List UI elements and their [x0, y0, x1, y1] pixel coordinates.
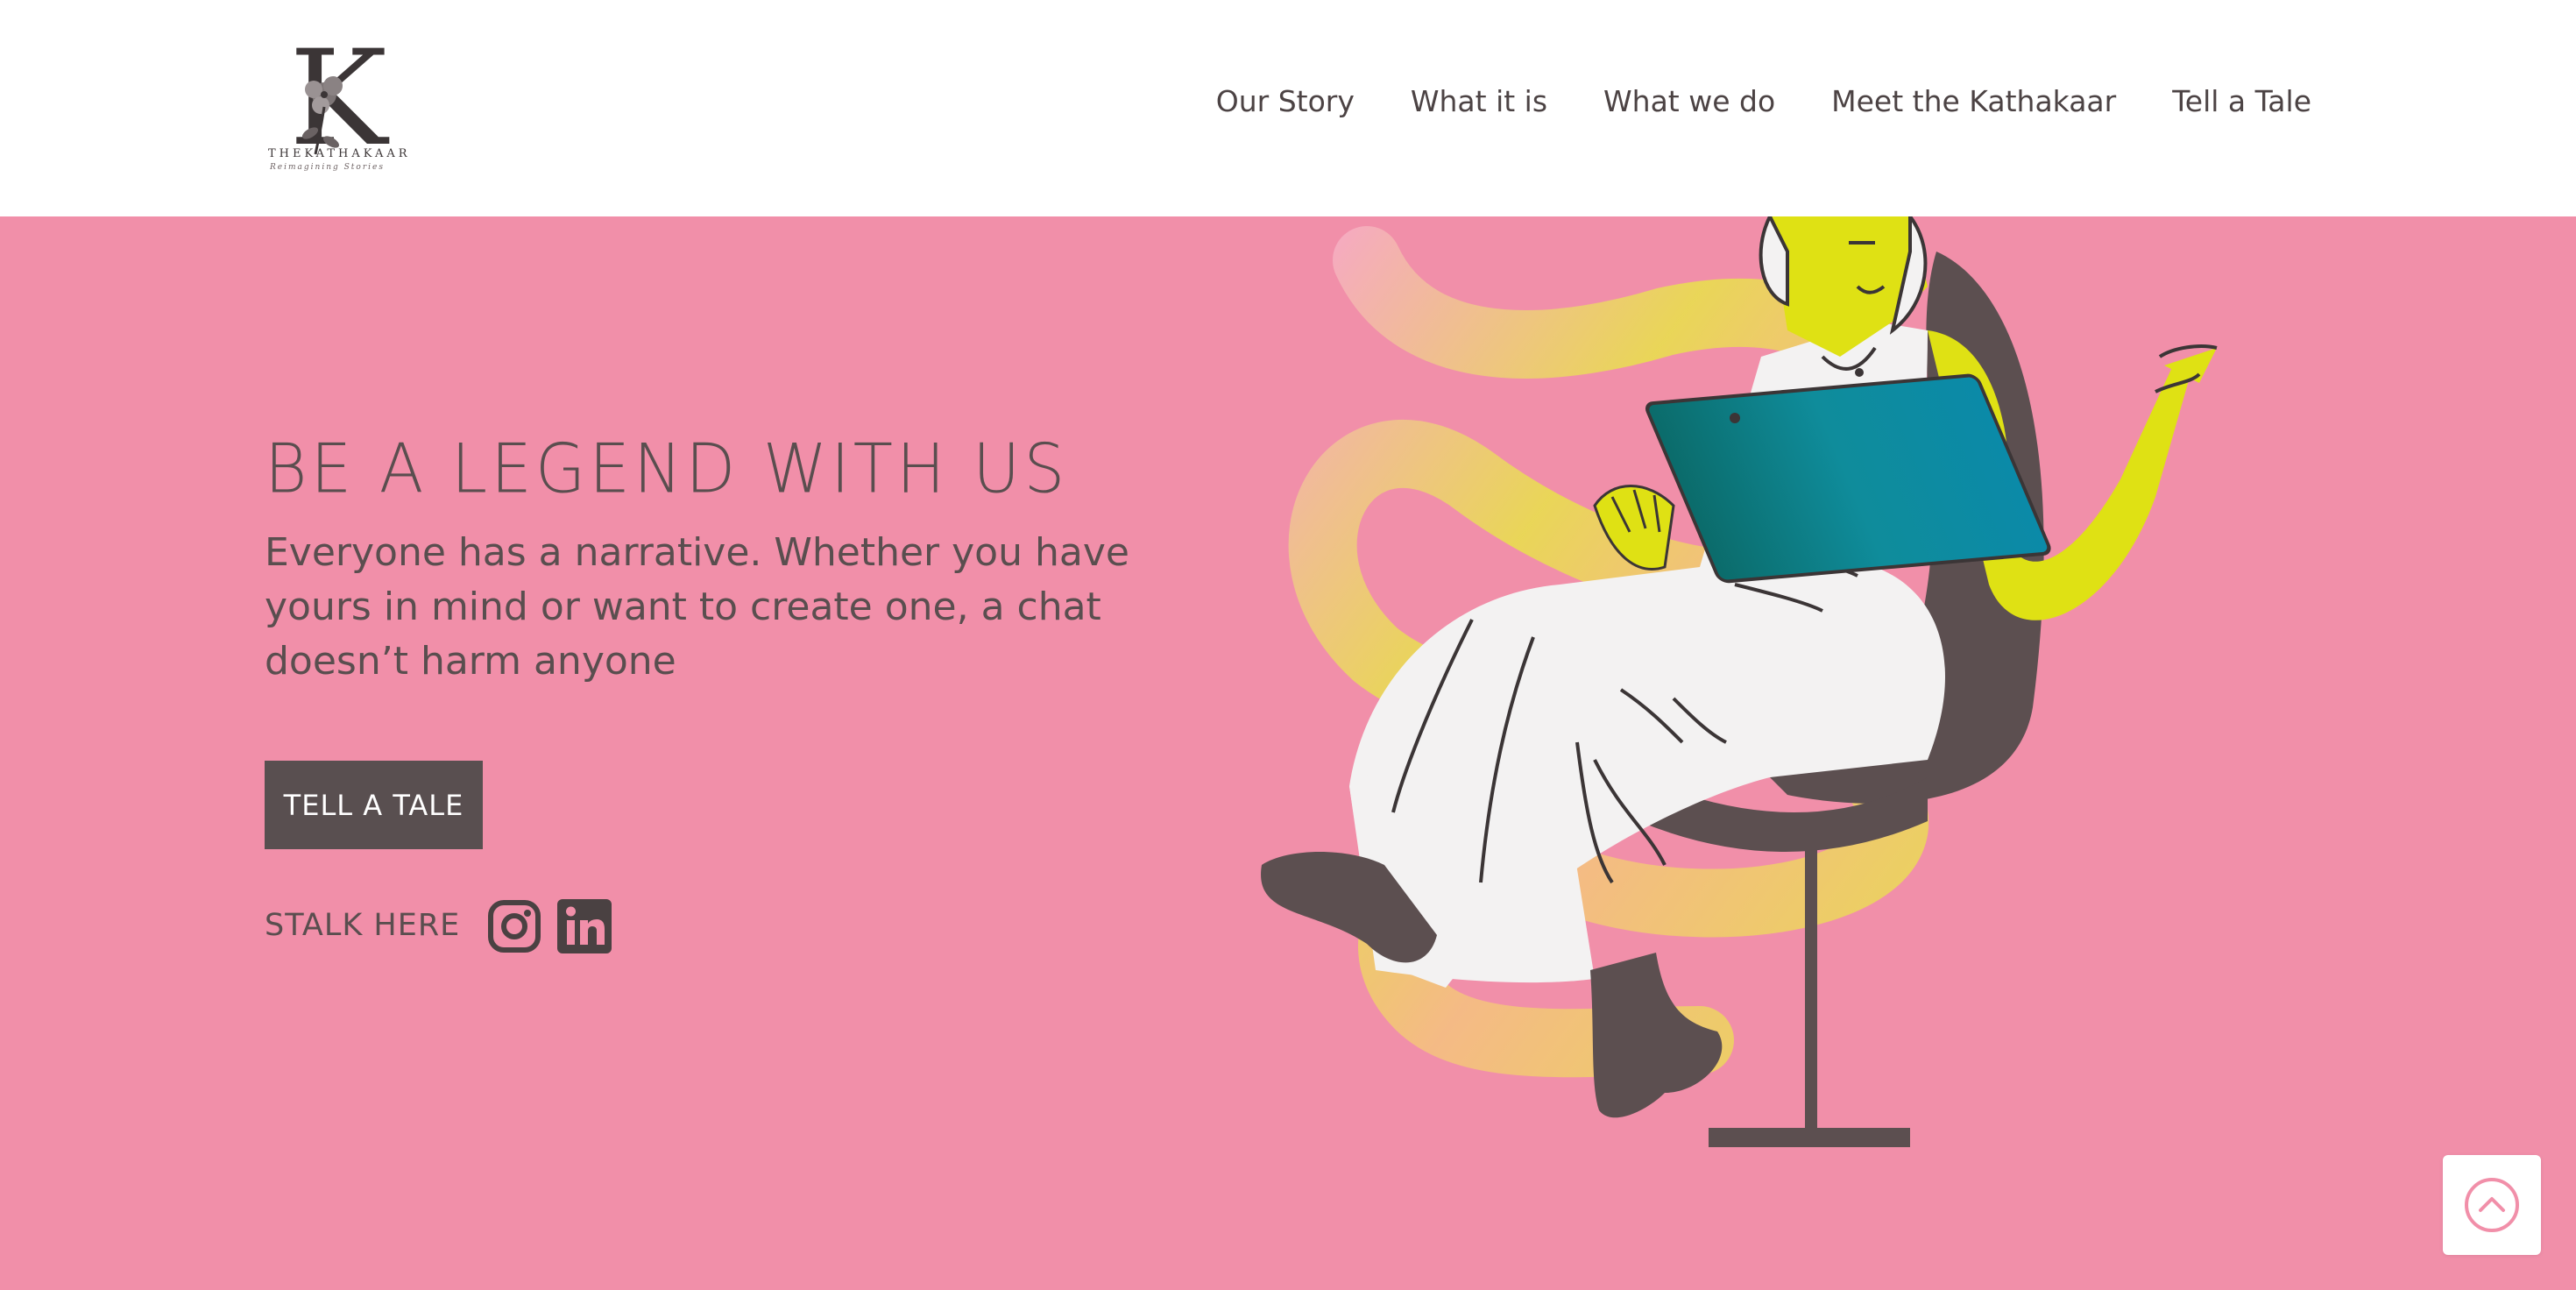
woman-with-tablet-illustration: [1261, 216, 2218, 1147]
instagram-icon[interactable]: [487, 899, 541, 953]
nav-tell-a-tale[interactable]: Tell a Tale: [2172, 84, 2311, 118]
tell-a-tale-button[interactable]: TELL A TALE: [265, 761, 483, 849]
main-nav: Our Story What it is What we do Meet the…: [1216, 84, 2311, 118]
logo-name: THEKATHAKAAR: [268, 147, 411, 160]
logo-tagline: Reimagining Stories: [270, 163, 385, 172]
linkedin-icon[interactable]: [557, 899, 612, 953]
hero-subtitle: Everyone has a narrative. Whether you ha…: [265, 530, 1129, 684]
hero-title: BE A LEGEND WITH US: [265, 429, 1069, 509]
scroll-to-top-button[interactable]: [2443, 1155, 2541, 1255]
chevron-up-circle-icon: [2465, 1178, 2519, 1232]
stalk-here-label: STALK HERE: [265, 908, 461, 943]
brand-logo[interactable]: K THEKATHAKAAR Reimagining Stories: [263, 33, 412, 174]
site-header: K THEKATHAKAAR Reimagining Stories Our S…: [0, 0, 2576, 216]
nav-what-it-is[interactable]: What it is: [1411, 84, 1547, 118]
nav-our-story[interactable]: Our Story: [1216, 84, 1355, 118]
nav-meet-the-kathakaar[interactable]: Meet the Kathakaar: [1831, 84, 2116, 118]
nav-what-we-do[interactable]: What we do: [1603, 84, 1775, 118]
